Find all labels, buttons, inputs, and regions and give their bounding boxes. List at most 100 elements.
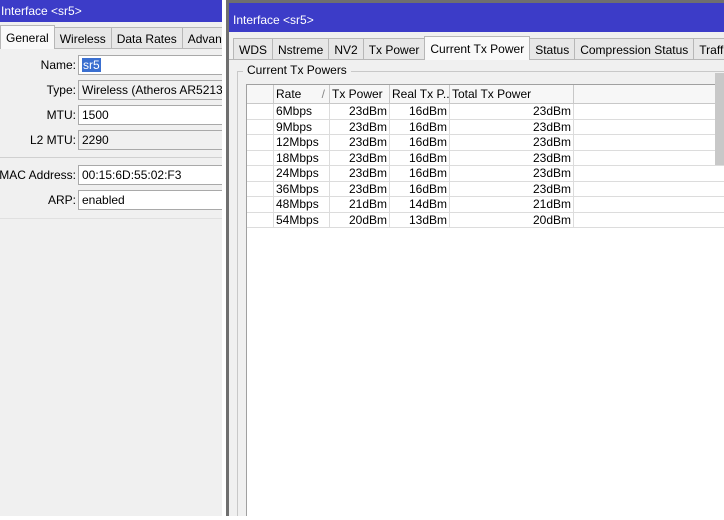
cell-tx-power: 23dBm [329, 181, 389, 197]
tab-wireless[interactable]: Wireless [53, 27, 112, 49]
tab-traffic[interactable]: Traffic [693, 38, 724, 60]
cell-tx-power: 21dBm [329, 197, 389, 212]
cell-rate: 6Mbps [273, 104, 329, 119]
cell-total-tx-power: 20dBm [449, 212, 573, 228]
cell-total-tx-power: 23dBm [449, 135, 573, 150]
cell-rate: 18Mbps [273, 150, 329, 166]
table-row[interactable]: 12Mbps 23dBm 16dBm 23dBm [247, 135, 724, 151]
l2mtu-label: L2 MTU: [29, 133, 76, 147]
tab-nstreme[interactable]: Nstreme [272, 38, 330, 60]
tab-status[interactable]: Status [529, 38, 576, 60]
tab-data-rates[interactable]: Data Rates [110, 27, 183, 49]
tab-wds[interactable]: WDS [233, 38, 273, 60]
table-row[interactable]: 24Mbps 23dBm 16dBm 23dBm [247, 166, 724, 182]
tab-nv2[interactable]: NV2 [328, 38, 364, 60]
cell-empty [573, 181, 724, 197]
mtu-label: MTU: [46, 108, 76, 122]
cell-total-tx-power: 23dBm [449, 119, 573, 135]
row-spacer [247, 135, 273, 150]
column-rate-label: Rate [276, 87, 302, 101]
row-spacer [247, 120, 273, 135]
interface-window-back: Interface <sr5> General Wireless Data Ra… [0, 0, 222, 516]
cell-real-tx-power: 16dBm [389, 119, 449, 135]
cell-real-tx-power: 13dBm [389, 212, 449, 228]
column-rate[interactable]: Rate / [273, 85, 329, 103]
table-row[interactable]: 18Mbps 23dBm 16dBm 23dBm [247, 150, 724, 166]
cell-real-tx-power: 16dBm [389, 135, 449, 150]
window-scrollbar[interactable] [715, 73, 724, 165]
row-spacer [247, 213, 273, 228]
mac-row: MAC Address: [0, 165, 76, 185]
cell-total-tx-power: 23dBm [449, 104, 573, 119]
cell-rate: 48Mbps [273, 197, 329, 212]
cell-tx-power: 23dBm [329, 119, 389, 135]
cell-empty [573, 166, 724, 181]
name-input[interactable]: sr5 [78, 55, 222, 75]
cell-real-tx-power: 14dBm [389, 197, 449, 212]
row-spacer [247, 151, 273, 166]
table-row[interactable]: 48Mbps 21dBm 14dBm 21dBm [247, 197, 724, 213]
tab-current-tx-power[interactable]: Current Tx Power [424, 36, 531, 60]
cell-empty [573, 150, 724, 166]
cell-rate: 54Mbps [273, 212, 329, 228]
window-title: Interface <sr5> [0, 0, 222, 22]
cell-total-tx-power: 21dBm [449, 197, 573, 212]
l2mtu-value: 2290 [78, 130, 222, 150]
window-title: Interface <sr5> [229, 3, 724, 32]
row-spacer [247, 197, 273, 212]
cell-empty [573, 197, 724, 212]
table-row[interactable]: 36Mbps 23dBm 16dBm 23dBm [247, 181, 724, 197]
row-spacer [247, 182, 273, 197]
column-real-tx-power[interactable]: Real Tx P... [389, 85, 449, 103]
l2mtu-row: L2 MTU: [0, 130, 76, 150]
name-label: Name: [40, 58, 76, 72]
cell-empty [573, 212, 724, 228]
cell-total-tx-power: 23dBm [449, 166, 573, 181]
tab-bar: General Wireless Data Rates Advanced [0, 25, 222, 49]
cell-rate: 24Mbps [273, 166, 329, 181]
arp-row: ARP: [0, 190, 76, 210]
row-spacer [247, 104, 273, 119]
name-row: Name: [0, 55, 76, 75]
cell-rate: 12Mbps [273, 135, 329, 150]
row-spacer [247, 166, 273, 181]
table-row[interactable]: 54Mbps 20dBm 13dBm 20dBm [247, 212, 724, 228]
name-value: sr5 [82, 58, 101, 72]
cell-rate: 36Mbps [273, 181, 329, 197]
arp-label: ARP: [47, 193, 76, 207]
table-header: Rate / Tx Power Real Tx P... Total Tx Po… [247, 85, 724, 104]
cell-tx-power: 23dBm [329, 166, 389, 181]
cell-rate: 9Mbps [273, 119, 329, 135]
cell-real-tx-power: 16dBm [389, 166, 449, 181]
tab-compression-status[interactable]: Compression Status [574, 38, 695, 60]
mac-label: MAC Address: [0, 168, 76, 182]
tab-advanced[interactable]: Advanced [181, 27, 222, 49]
cell-tx-power: 23dBm [329, 150, 389, 166]
cell-real-tx-power: 16dBm [389, 181, 449, 197]
tab-general[interactable]: General [0, 25, 55, 49]
separator [0, 157, 222, 158]
tx-power-table: Rate / Tx Power Real Tx P... Total Tx Po… [246, 84, 724, 516]
column-total-tx-power[interactable]: Total Tx Power [449, 85, 573, 103]
cell-tx-power: 20dBm [329, 212, 389, 228]
table-row[interactable]: 6Mbps 23dBm 16dBm 23dBm [247, 104, 724, 120]
cell-empty [573, 119, 724, 135]
cell-empty [573, 135, 724, 150]
cell-real-tx-power: 16dBm [389, 150, 449, 166]
cell-real-tx-power: 16dBm [389, 104, 449, 119]
cell-empty [573, 104, 724, 119]
tab-bar: WDS Nstreme NV2 Tx Power Current Tx Powe… [233, 36, 724, 60]
header-spacer [247, 85, 273, 103]
table-row[interactable]: 9Mbps 23dBm 16dBm 23dBm [247, 119, 724, 135]
mtu-input[interactable]: 1500 [78, 105, 222, 125]
mac-address-input[interactable]: 00:15:6D:55:02:F3 [78, 165, 222, 185]
cell-tx-power: 23dBm [329, 135, 389, 150]
column-tx-power[interactable]: Tx Power [329, 85, 389, 103]
cell-total-tx-power: 23dBm [449, 150, 573, 166]
group-label: Current Tx Powers [243, 63, 351, 77]
type-row: Type: [0, 80, 76, 100]
cell-total-tx-power: 23dBm [449, 181, 573, 197]
column-empty [573, 85, 724, 103]
arp-select[interactable]: enabled [78, 190, 222, 210]
tab-tx-power[interactable]: Tx Power [362, 38, 426, 60]
